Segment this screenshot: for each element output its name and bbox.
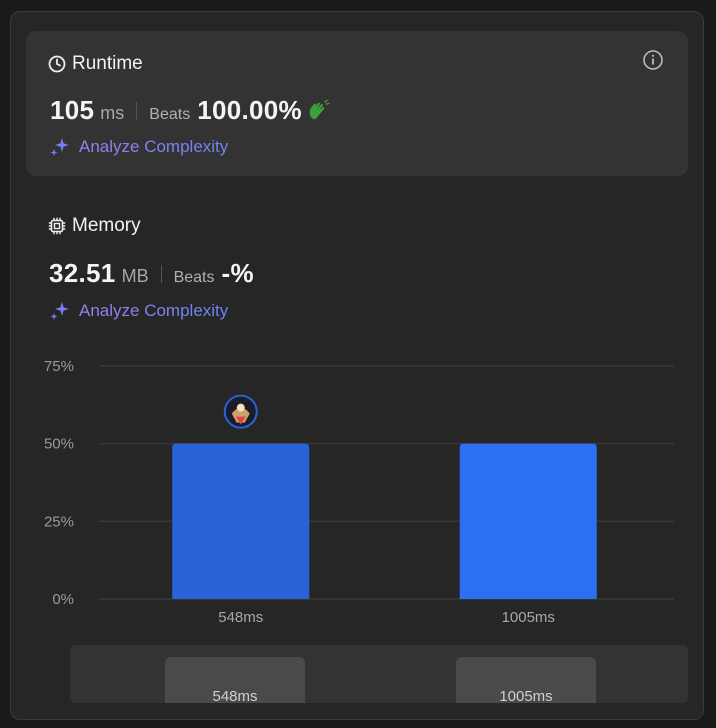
range-label-right: 1005ms [499,688,553,703]
range-handle-right[interactable]: 1005ms [456,657,596,703]
submission-panel: Runtime 105 ms Beats 100.00% Analyze Com… [10,11,704,720]
range-handle-left[interactable]: 548ms [165,657,305,703]
bar[interactable] [172,443,310,599]
y-tick-label: 0% [52,591,74,608]
range-label-left: 548ms [212,688,258,703]
x-tick-label: 548ms [218,609,263,626]
distribution-chart: 0% 25% 50% 75% 548ms 1005ms [44,358,674,626]
user-avatar-face [236,403,245,412]
y-tick-label: 25% [44,513,74,530]
bar[interactable] [459,443,597,599]
y-tick-label: 50% [44,436,74,453]
range-strip[interactable]: 548ms 1005ms [70,645,688,703]
y-tick-label: 75% [44,358,74,375]
x-tick-label: 1005ms [502,609,555,626]
